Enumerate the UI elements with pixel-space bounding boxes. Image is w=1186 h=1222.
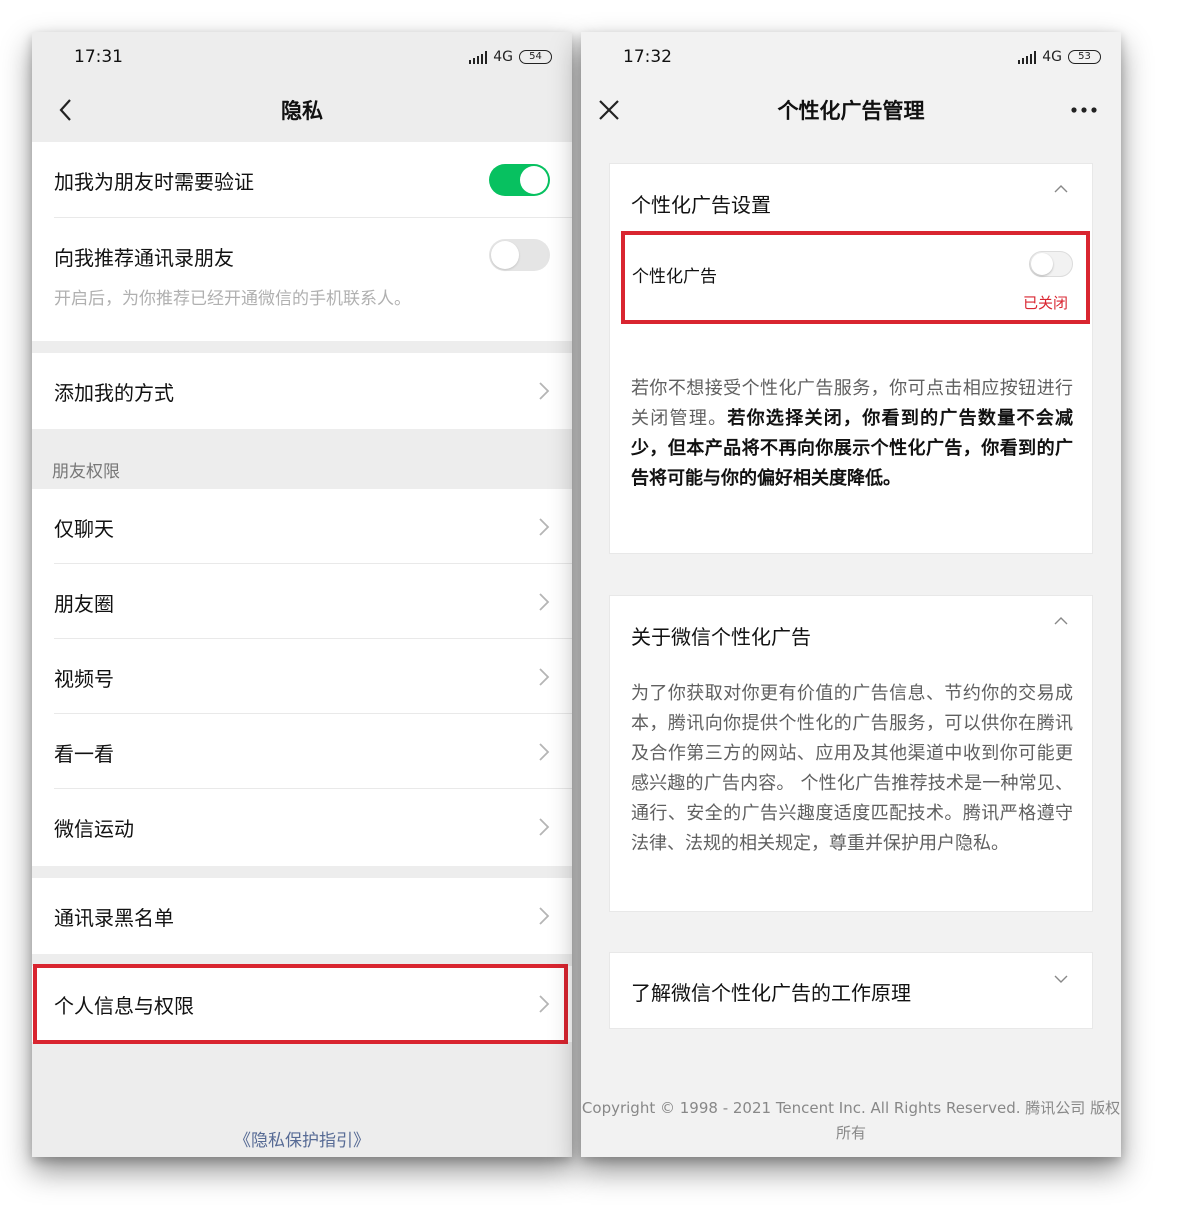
about-ads-card: 关于微信个性化广告 为了你获取对你更有价值的广告信息、节约你的交易成本，腾讯向你… (609, 595, 1093, 912)
list-item-label: 微信运动 (54, 817, 134, 841)
status-time: 17:32 (623, 47, 672, 67)
privacy-guide-link[interactable]: 《隐私保护指引》 (32, 1126, 572, 1151)
page-title: 隐私 (281, 99, 323, 123)
chevron-right-icon (539, 818, 550, 836)
ad-settings-card: 个性化广告设置 个性化广告 已关闭 若你不想接受个性化广告服务，你可点击相应按钮… (609, 163, 1093, 554)
list-item[interactable]: 看一看 (32, 714, 572, 789)
card-title: 个性化广告设置 (631, 193, 771, 217)
copyright-notice: Copyright © 1998 - 2021 Tencent Inc. All… (581, 1099, 1121, 1142)
about-description: 为了你获取对你更有价值的广告信息、节约你的交易成本，腾讯向你提供个性化的广告服务… (631, 683, 1073, 854)
status-bar: 17:32 4G 53 (581, 32, 1121, 80)
settings-description: 若你不想接受个性化广告服务，你可点击相应按钮进行关闭管理。若你选择关闭，你看到的… (631, 374, 1073, 494)
status-bar: 17:31 4G 54 (32, 32, 572, 80)
list-item-label: 朋友圈 (54, 592, 114, 616)
blacklist-row[interactable]: 通讯录黑名单 (32, 878, 572, 954)
chevron-right-icon (539, 668, 550, 686)
verify-toggle[interactable] (489, 164, 550, 196)
list-item-label: 视频号 (54, 667, 114, 691)
ad-management-screen: 17:32 4G 53 个性化广告管理 个性化广告设置 个性化广告 已关闭 若你… (581, 32, 1121, 1157)
add-me-group: 添加我的方式 (32, 353, 572, 429)
status-indicators: 4G 53 (1018, 48, 1101, 66)
section-header: 朋友权限 (52, 462, 120, 482)
verify-setting-row: 加我为朋友时需要验证 (32, 142, 572, 218)
blacklist-group: 通讯录黑名单 (32, 878, 572, 954)
add-me-row[interactable]: 添加我的方式 (32, 353, 572, 429)
battery-icon: 53 (1068, 50, 1101, 64)
chevron-right-icon (539, 593, 550, 611)
signal-icon (1018, 50, 1037, 64)
chevron-right-icon (539, 518, 550, 536)
chevron-right-icon (539, 743, 550, 761)
list-item[interactable]: 仅聊天 (32, 489, 572, 564)
verify-setting-label: 加我为朋友时需要验证 (54, 170, 254, 194)
list-item-label: 看一看 (54, 742, 114, 766)
recommend-contacts-row: 向我推荐通讯录朋友 开启后，为你推荐已经开通微信的手机联系人。 (32, 218, 572, 341)
recommend-contacts-label: 向我推荐通讯录朋友 (54, 246, 234, 270)
status-indicators: 4G 54 (469, 48, 552, 66)
list-item[interactable]: 朋友圈 (32, 564, 572, 639)
highlight-box (621, 231, 1090, 324)
chevron-right-icon (539, 382, 550, 400)
battery-icon: 54 (519, 50, 552, 64)
page-title: 个性化广告管理 (777, 99, 925, 123)
list-item[interactable]: 视频号 (32, 639, 572, 714)
network-type: 4G (493, 49, 513, 65)
nav-bar: 隐私 (32, 80, 572, 140)
friend-verify-group: 加我为朋友时需要验证 向我推荐通讯录朋友 开启后，为你推荐已经开通微信的手机联系… (32, 142, 572, 341)
toggle-knob (520, 166, 548, 194)
nav-bar: 个性化广告管理 (581, 80, 1121, 140)
friend-permissions-group: 仅聊天 朋友圈 视频号 看一看 微信运动 (32, 489, 572, 866)
add-me-label: 添加我的方式 (54, 381, 174, 405)
chevron-up-icon[interactable] (1054, 184, 1068, 193)
status-time: 17:31 (74, 47, 123, 67)
list-item-label: 仅聊天 (54, 517, 114, 541)
how-it-works-card[interactable]: 了解微信个性化广告的工作原理 (609, 952, 1093, 1029)
recommend-toggle[interactable] (489, 239, 550, 271)
toggle-knob (491, 241, 519, 269)
more-options-icon[interactable] (1071, 102, 1097, 118)
list-item[interactable]: 微信运动 (32, 789, 572, 864)
network-type: 4G (1042, 49, 1062, 65)
privacy-settings-screen: 17:31 4G 54 隐私 加我为朋友时需要验证 向我推荐通讯录朋友 开启后，… (32, 32, 572, 1157)
card-title: 关于微信个性化广告 (631, 625, 811, 649)
highlight-box (33, 964, 568, 1044)
card-title: 了解微信个性化广告的工作原理 (631, 981, 911, 1005)
recommend-description: 开启后，为你推荐已经开通微信的手机联系人。 (54, 289, 411, 309)
chevron-right-icon (539, 907, 550, 925)
blacklist-label: 通讯录黑名单 (54, 906, 174, 930)
signal-icon (469, 50, 488, 64)
chevron-up-icon[interactable] (1054, 616, 1068, 625)
chevron-down-icon[interactable] (1054, 975, 1068, 984)
